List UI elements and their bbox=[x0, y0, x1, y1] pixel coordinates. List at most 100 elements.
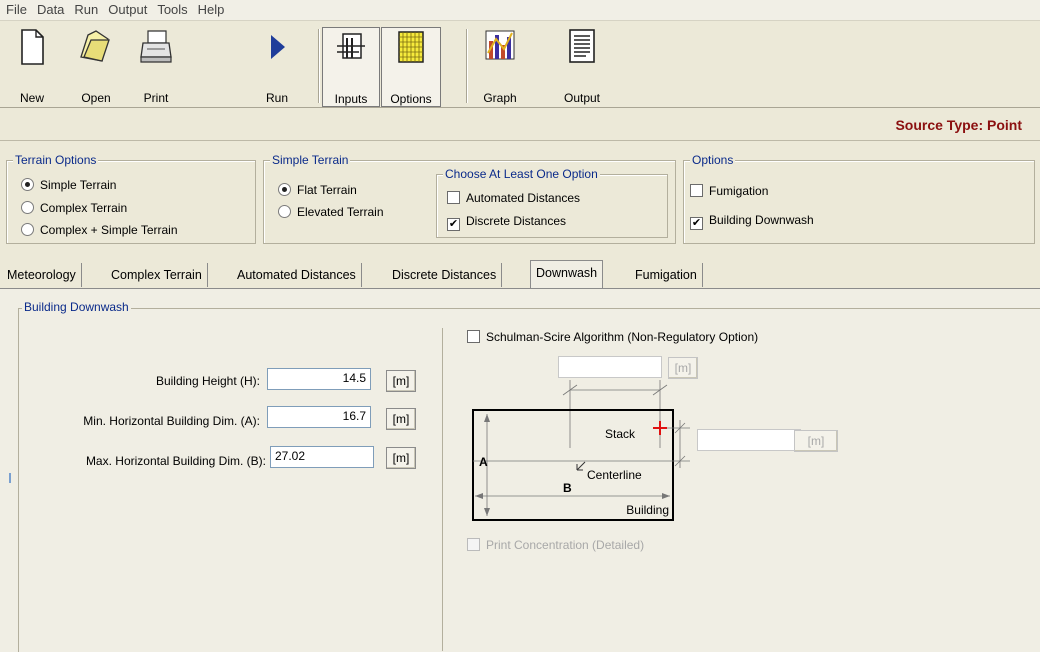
new-label: New bbox=[19, 91, 44, 105]
terrain-options-title: Terrain Options bbox=[13, 153, 99, 167]
building-height-label: Building Height (H): bbox=[155, 374, 260, 388]
checkbox-label: Building Downwash bbox=[709, 213, 814, 227]
checkbox-icon bbox=[447, 191, 460, 204]
check-schulman-scire[interactable]: Schulman-Scire Algorithm (Non-Regulatory… bbox=[467, 330, 758, 344]
checkmark-icon: ✔ bbox=[447, 218, 460, 231]
radio-selected-icon bbox=[21, 178, 34, 191]
radio-label: Simple Terrain bbox=[40, 178, 117, 192]
schulman-top-unit-button[interactable]: [m] bbox=[668, 357, 698, 379]
open-button[interactable]: Open bbox=[66, 27, 126, 107]
building-label: Building bbox=[626, 503, 669, 517]
radio-label: Elevated Terrain bbox=[297, 205, 384, 219]
menu-bar: File Data Run Output Tools Help bbox=[0, 0, 1040, 21]
stack-marker-icon bbox=[653, 421, 667, 435]
panel-divider bbox=[442, 328, 443, 651]
new-button[interactable]: New bbox=[12, 27, 52, 107]
max-horizontal-dim-label: Max. Horizontal Building Dim. (B): bbox=[85, 454, 266, 468]
schulman-top-field[interactable] bbox=[558, 356, 662, 378]
checkbox-icon bbox=[690, 184, 703, 197]
tab-complex-terrain[interactable]: Complex Terrain bbox=[106, 263, 208, 287]
radio-label: Complex + Simple Terrain bbox=[40, 223, 178, 237]
min-horizontal-dim-unit-button[interactable]: [m] bbox=[386, 408, 416, 430]
check-fumigation[interactable]: Fumigation bbox=[690, 184, 768, 198]
check-automated-distances[interactable]: Automated Distances bbox=[447, 191, 580, 205]
options-group: Options Fumigation ✔ Building Downwash bbox=[683, 153, 1035, 244]
run-label: Run bbox=[265, 91, 288, 105]
dim-a-label: A bbox=[479, 455, 488, 469]
menu-tools[interactable]: Tools bbox=[152, 0, 192, 17]
menu-data[interactable]: Data bbox=[32, 0, 69, 17]
building-height-field[interactable]: 14.5 bbox=[267, 368, 371, 390]
radio-icon bbox=[278, 205, 291, 218]
run-button[interactable]: Run bbox=[254, 27, 300, 107]
checkbox-label: Fumigation bbox=[709, 184, 769, 198]
radio-complex-simple-terrain[interactable]: Complex + Simple Terrain bbox=[21, 223, 178, 237]
dim-b-label: B bbox=[563, 481, 572, 495]
print-button[interactable]: Print bbox=[128, 27, 184, 107]
choose-option-title: Choose At Least One Option bbox=[443, 167, 600, 181]
output-button[interactable]: Output bbox=[554, 27, 610, 107]
checkbox-label: Automated Distances bbox=[466, 191, 581, 205]
checkmark-icon: ✔ bbox=[690, 217, 703, 230]
inputs-icon bbox=[337, 33, 365, 59]
graph-button[interactable]: Graph bbox=[476, 27, 524, 107]
toolbar-separator bbox=[318, 29, 320, 103]
check-print-concentration[interactable]: Print Concentration (Detailed) bbox=[467, 538, 644, 552]
radio-elevated-terrain[interactable]: Elevated Terrain bbox=[278, 205, 384, 219]
radio-label: Complex Terrain bbox=[40, 201, 128, 215]
min-horizontal-dim-field[interactable]: 16.7 bbox=[267, 406, 371, 428]
check-building-downwash[interactable]: ✔ Building Downwash bbox=[690, 213, 814, 230]
menu-file[interactable]: File bbox=[0, 0, 32, 17]
options-label: Options bbox=[390, 92, 432, 106]
toolbar: New Open Print Run Inputs Options Graph … bbox=[0, 21, 1040, 108]
tab-downwash[interactable]: Downwash bbox=[530, 260, 604, 288]
radio-icon bbox=[21, 201, 34, 214]
max-horizontal-dim-unit-button[interactable]: [m] bbox=[386, 447, 416, 469]
tab-fumigation[interactable]: Fumigation bbox=[630, 263, 703, 287]
radio-icon bbox=[21, 223, 34, 236]
radio-selected-icon bbox=[278, 183, 291, 196]
open-folder-icon bbox=[80, 30, 110, 62]
tab-bar: Meteorology Complex Terrain Automated Di… bbox=[0, 260, 1040, 288]
source-type-label: Source Type: Point bbox=[895, 117, 1022, 133]
stack-label: Stack bbox=[605, 427, 636, 441]
inputs-button[interactable]: Inputs bbox=[322, 27, 380, 107]
check-discrete-distances[interactable]: ✔ Discrete Distances bbox=[447, 214, 566, 231]
max-horizontal-dim-field[interactable]: 27.02 bbox=[270, 446, 374, 468]
checkbox-label: Discrete Distances bbox=[466, 214, 567, 228]
radio-label: Flat Terrain bbox=[297, 183, 357, 197]
radio-simple-terrain[interactable]: Simple Terrain bbox=[21, 178, 116, 192]
tab-automated-distances[interactable]: Automated Distances bbox=[232, 263, 362, 287]
radio-flat-terrain[interactable]: Flat Terrain bbox=[278, 183, 357, 197]
checkbox-icon bbox=[467, 538, 480, 551]
building-downwash-title: Building Downwash bbox=[22, 300, 131, 314]
graph-label: Graph bbox=[483, 91, 517, 105]
choose-option-group: Choose At Least One Option Automated Dis… bbox=[436, 167, 668, 238]
options-button[interactable]: Options bbox=[381, 27, 441, 107]
window-edge-marker bbox=[9, 473, 11, 483]
tab-meteorology[interactable]: Meteorology bbox=[2, 263, 82, 287]
radio-complex-terrain[interactable]: Complex Terrain bbox=[21, 201, 127, 215]
schulman-side-field[interactable] bbox=[697, 429, 801, 451]
toolbar-separator bbox=[466, 29, 468, 103]
menu-run[interactable]: Run bbox=[69, 0, 103, 17]
menu-help[interactable]: Help bbox=[193, 0, 230, 17]
print-label: Print bbox=[143, 91, 169, 105]
min-horizontal-dim-label: Min. Horizontal Building Dim. (A): bbox=[83, 414, 260, 428]
schulman-side-unit-button[interactable]: [m] bbox=[794, 430, 838, 452]
options-title: Options bbox=[690, 153, 736, 167]
building-stack-diagram: Stack Centerline Building A B bbox=[472, 380, 690, 521]
open-label: Open bbox=[81, 91, 111, 105]
menu-output[interactable]: Output bbox=[103, 0, 152, 17]
output-label: Output bbox=[563, 91, 601, 105]
checkbox-label: Print Concentration (Detailed) bbox=[486, 538, 645, 552]
centerline-label: Centerline bbox=[587, 468, 642, 482]
building-height-unit-button[interactable]: [m] bbox=[386, 370, 416, 392]
checkbox-icon bbox=[467, 330, 480, 343]
simple-terrain-title: Simple Terrain bbox=[270, 153, 351, 167]
terrain-options-group: Terrain Options Simple Terrain Complex T… bbox=[6, 153, 256, 244]
inputs-label: Inputs bbox=[334, 92, 368, 106]
new-document-icon bbox=[21, 29, 44, 65]
tab-discrete-distances[interactable]: Discrete Distances bbox=[387, 263, 503, 287]
source-type-bar: Source Type: Point bbox=[0, 108, 1040, 141]
